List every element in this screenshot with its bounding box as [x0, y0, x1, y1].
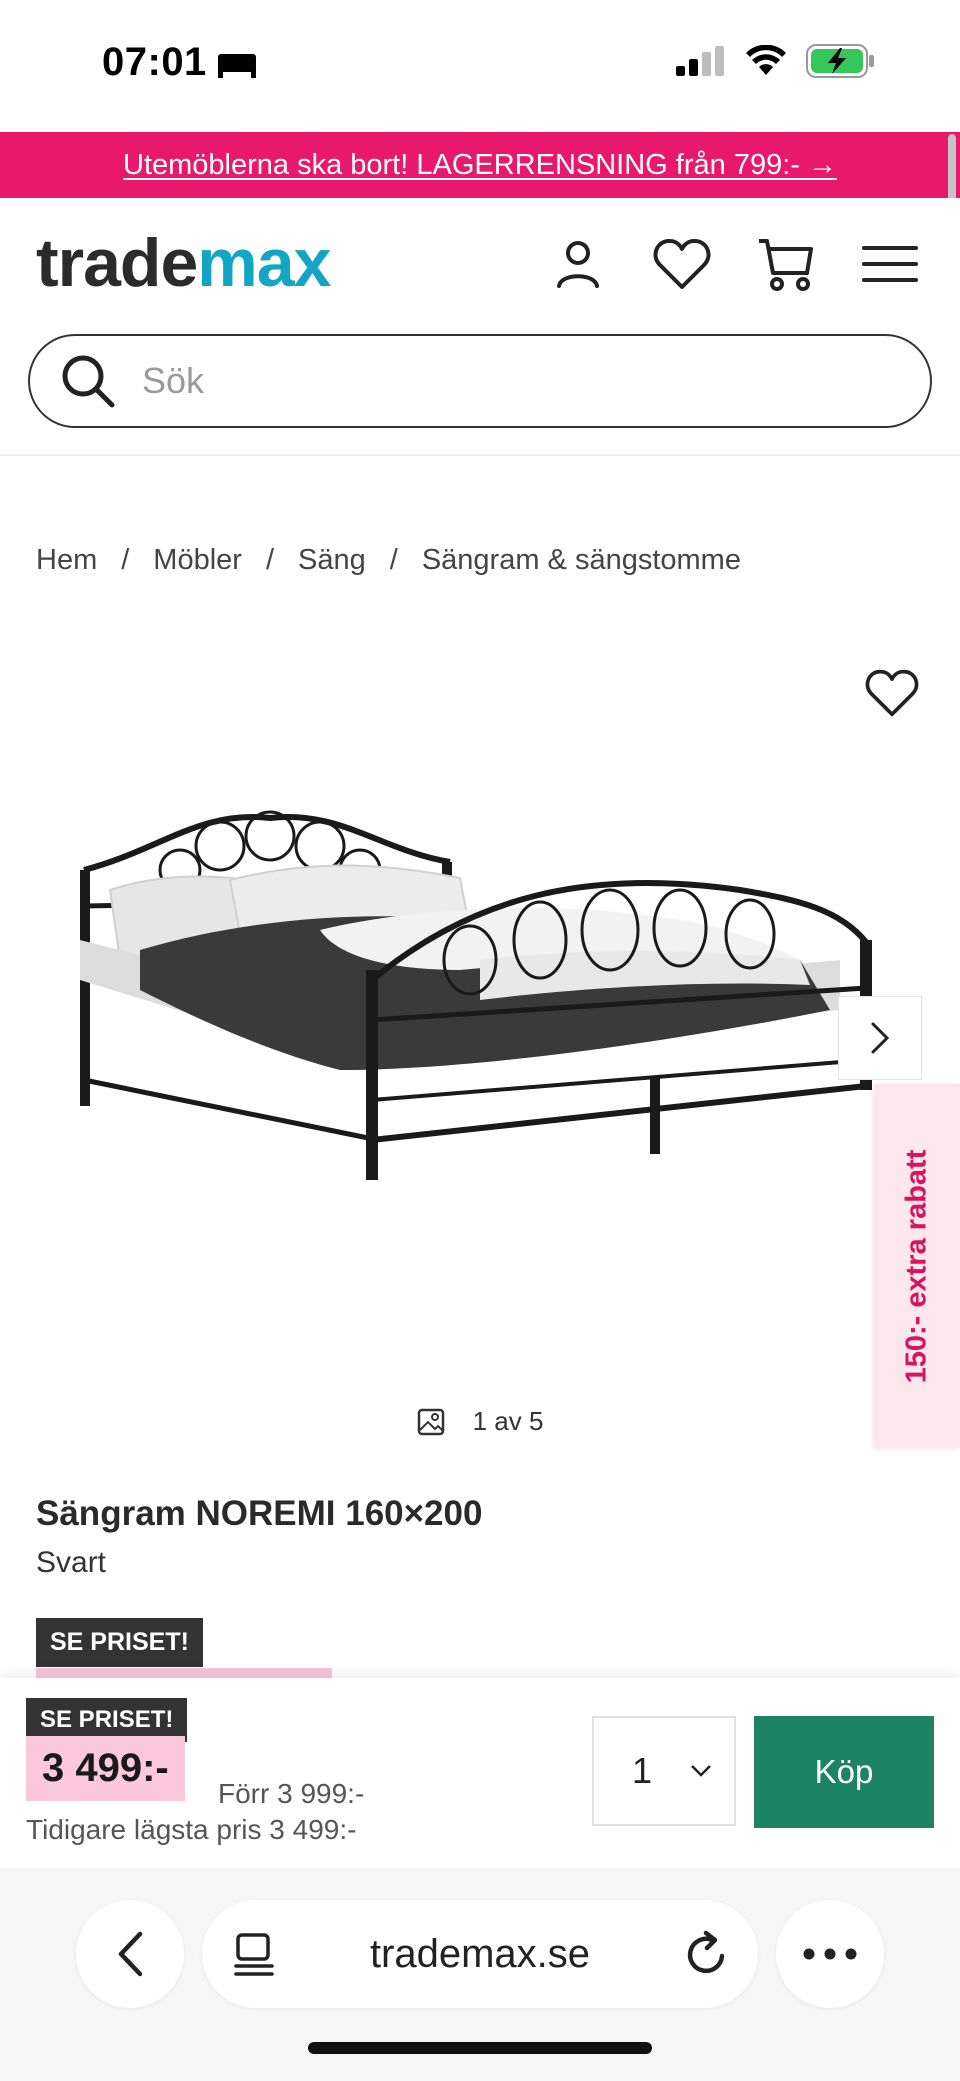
add-to-wishlist-heart-icon[interactable]	[864, 668, 920, 723]
chevron-down-icon	[691, 1765, 711, 1777]
extra-rabatt-tab[interactable]: 150:- extra rabatt	[874, 1084, 960, 1448]
status-bar: 07:01	[0, 0, 960, 132]
search-icon	[62, 355, 115, 408]
product-image-bed	[80, 810, 872, 1180]
cart-icon[interactable]	[756, 234, 816, 294]
header-icons	[548, 234, 920, 294]
current-price: 3 499:-	[26, 1736, 185, 1801]
search-input[interactable]	[142, 360, 842, 402]
status-time: 07:01	[102, 40, 207, 84]
price-highlight-peek	[36, 1668, 332, 1678]
url-text: trademax.se	[369, 1931, 591, 1976]
menu-icon[interactable]	[860, 234, 920, 294]
old-price: Förr 3 999:-	[218, 1778, 365, 1809]
promo-banner[interactable]: Utemöblerna ska bort! LAGERRENSNING från…	[0, 132, 960, 198]
breadcrumb-home[interactable]: Hem	[36, 544, 97, 577]
breadcrumb-sangram[interactable]: Sängram & sängstomme	[422, 544, 741, 577]
lowest-price-note: Tidigare lägsta pris 3 499:-	[26, 1814, 357, 1845]
sticky-purchase-bar: SE PRISET! 3 499:- Förr 3 999:- Tidigare…	[0, 1678, 960, 1868]
gallery-next-button[interactable]	[838, 996, 922, 1080]
browser-more-button[interactable]	[776, 1900, 884, 2008]
product-color: Svart	[36, 1546, 107, 1579]
wishlist-heart-icon[interactable]	[652, 234, 712, 294]
battery-charging-icon	[806, 44, 874, 78]
quantity-select[interactable]: 1	[592, 1716, 736, 1826]
breadcrumb-separator: /	[265, 544, 275, 576]
se-priset-badge: SE PRISET!	[36, 1618, 203, 1667]
product-title: Sängram NOREMI 160×200	[36, 1494, 483, 1533]
breadcrumb-mobler[interactable]: Möbler	[153, 544, 242, 577]
breadcrumb-sang[interactable]: Säng	[298, 544, 366, 577]
buy-button[interactable]: Köp	[754, 1716, 934, 1828]
product-gallery[interactable]: 1 av 5	[0, 620, 960, 1450]
search-bar[interactable]	[28, 334, 932, 428]
breadcrumb-separator: /	[389, 544, 398, 576]
chevron-left-icon	[118, 1931, 143, 1977]
user-icon[interactable]	[548, 234, 608, 294]
browser-address-bar[interactable]: trademax.se	[202, 1900, 758, 2008]
status-right	[676, 44, 876, 78]
site-header: trademax	[0, 198, 960, 456]
browser-toolbar: trademax.se	[0, 1868, 960, 2081]
browser-back-button[interactable]	[76, 1900, 184, 2008]
logo-part-max: max	[197, 225, 331, 301]
image-icon	[417, 1408, 444, 1435]
breadcrumb-separator: /	[121, 544, 130, 576]
trademax-logo[interactable]: trademax	[36, 224, 331, 302]
extra-rabatt-label: 150:- extra rabatt	[900, 1149, 933, 1383]
breadcrumb: Hem / Möbler / Säng / Sängram & sängstom…	[36, 544, 741, 577]
more-dots-icon	[803, 1948, 857, 1960]
reload-icon[interactable]	[684, 1930, 730, 1978]
image-counter: 1 av 5	[0, 1406, 960, 1437]
home-indicator[interactable]	[308, 2042, 652, 2054]
bed-icon	[218, 54, 256, 78]
image-counter-text: 1 av 5	[472, 1406, 544, 1436]
logo-part-trade: trade	[36, 225, 198, 301]
wifi-icon	[746, 45, 786, 75]
chevron-right-icon	[871, 1022, 890, 1054]
promo-link[interactable]: Utemöblerna ska bort! LAGERRENSNING från…	[123, 149, 837, 182]
cellular-signal-icon	[676, 46, 724, 76]
quantity-value: 1	[632, 1750, 653, 1791]
